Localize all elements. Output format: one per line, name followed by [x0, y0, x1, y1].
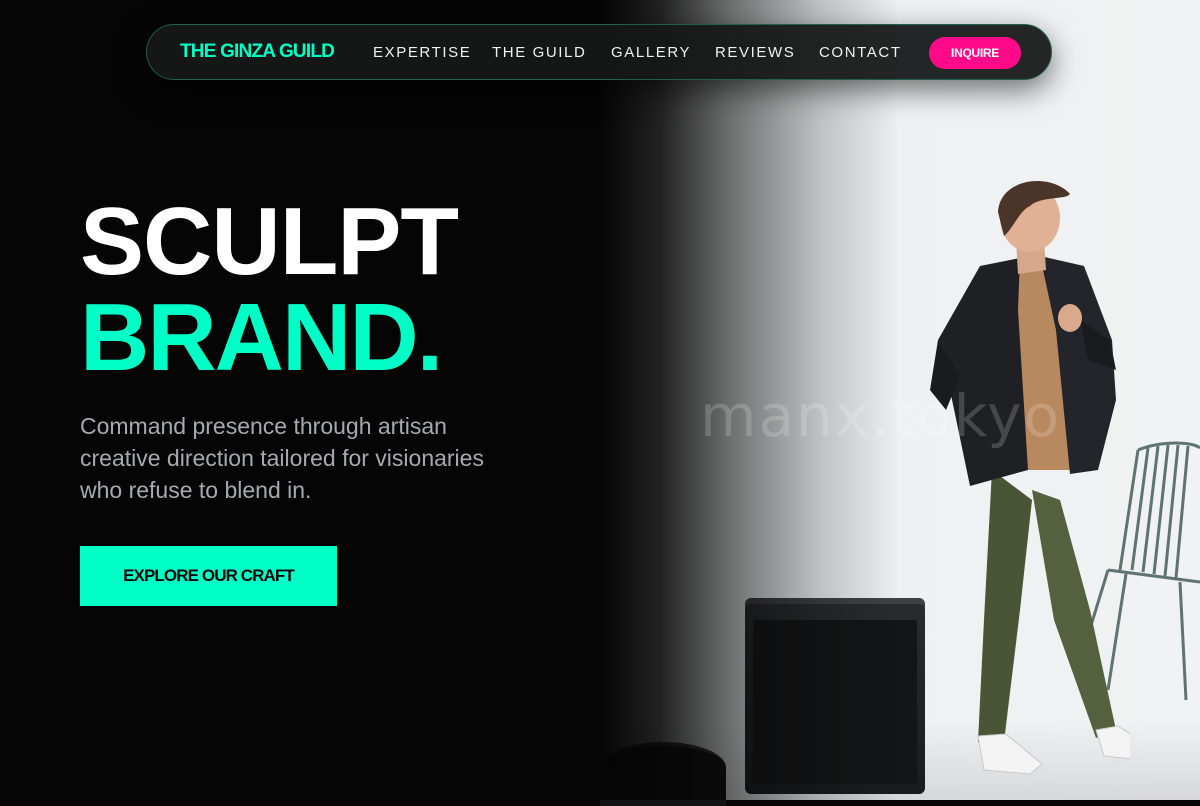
nav-link-contact[interactable]: CONTACT — [819, 44, 902, 61]
nav-link-expertise[interactable]: EXPERTISE — [373, 44, 471, 61]
explore-our-craft-button[interactable]: EXPLORE OUR CRAFT — [80, 546, 337, 606]
nav-link-gallery[interactable]: GALLERY — [611, 44, 691, 61]
top-nav-bar: THE GINZA GUILD EXPERTISE THE GUILD GALL… — [146, 24, 1052, 80]
photo-watermark: manx.tokyo — [700, 382, 1062, 450]
nav-link-the-guild[interactable]: THE GUILD — [492, 44, 586, 61]
hero-description: Command presence through artisan creativ… — [80, 413, 484, 503]
nav-link-reviews[interactable]: REVIEWS — [715, 44, 795, 61]
brand-logo[interactable]: THE GINZA GUILD — [180, 41, 335, 63]
hero-headline-line-1: SCULPT — [80, 188, 459, 295]
hero-headline-line-2: BRAND. — [80, 284, 443, 391]
inquire-button[interactable]: INQUIRE — [929, 37, 1021, 69]
hero-photo: manx.tokyo — [0, 0, 1200, 806]
